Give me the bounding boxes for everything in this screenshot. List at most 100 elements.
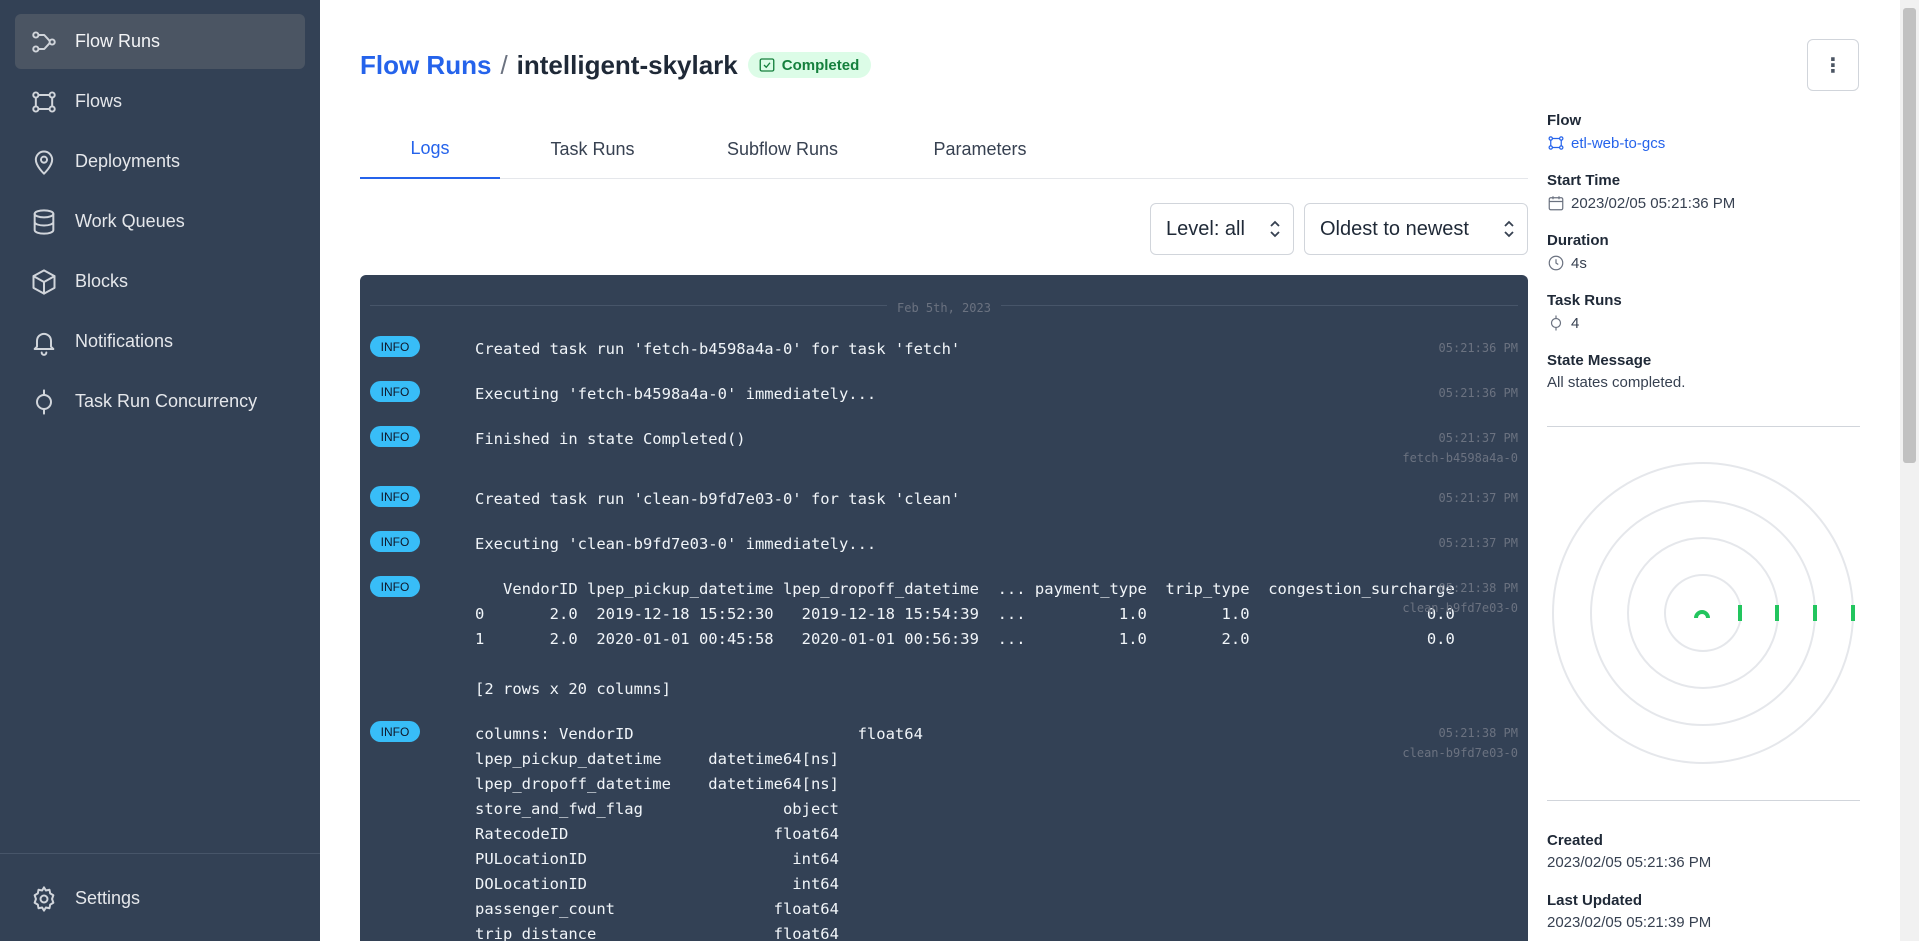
sidebar-item-deployments[interactable]: Deployments [15, 134, 305, 189]
detail-value-row: 4 [1547, 314, 1860, 332]
more-options-button[interactable]: ⋮ [1807, 39, 1859, 91]
sidebar-item-flows[interactable]: Flows [15, 74, 305, 129]
flows-icon [1548, 136, 1564, 150]
sidebar-item-label: Flows [75, 91, 123, 111]
log-timestamp: 05:21:38 PM clean-b9fd7e03-0 [1402, 581, 1518, 615]
sidebar-item-label: Deployments [75, 151, 181, 171]
log-level-badge: INFO [370, 336, 420, 357]
sidebar-item-settings[interactable]: Settings [15, 871, 305, 926]
log-timestamp: 05:21:36 PM [1438, 386, 1518, 400]
sidebar-item-label: Flow Runs [75, 31, 161, 51]
detail-flow: Flow etl-web-to-gcs [1547, 112, 1860, 152]
level-filter-value: Level: all [1166, 217, 1245, 240]
sidebar-divider [0, 853, 320, 854]
page-title: intelligent-skylark [516, 49, 738, 80]
sidebar-item-task-run-concurrency[interactable]: Task Run Concurrency [15, 374, 305, 429]
calendar-icon [1548, 196, 1564, 211]
page-scrollbar[interactable] [1900, 0, 1919, 941]
cube-icon [29, 267, 59, 297]
log-level-badge: INFO [370, 576, 420, 597]
sidebar-item-label: Work Queues [75, 211, 185, 231]
chevron-up-down-icon [1270, 220, 1280, 238]
detail-label: Created [1547, 832, 1603, 849]
task-run-icon [1550, 315, 1562, 331]
detail-last-updated: Last Updated 2023/02/05 05:21:39 PM [1547, 892, 1860, 931]
sort-order-select[interactable]: Oldest to newest [1304, 203, 1528, 255]
detail-start-time: Start Time 2023/02/05 05:21:36 PM [1547, 172, 1860, 212]
kebab-menu-icon: ⋮ [1823, 54, 1843, 77]
breadcrumb: Flow Runs / intelligent-skylark Complete… [360, 48, 872, 82]
gear-icon [29, 884, 59, 914]
log-message: Finished in state Completed() [475, 430, 746, 448]
sidebar-item-notifications[interactable]: Notifications [15, 314, 305, 369]
log-message: Created task run 'clean-b9fd7e03-0' for … [475, 490, 961, 508]
tab-bar: Logs Task Runs Subflow Runs Parameters [360, 120, 1528, 179]
status-badge: Completed [747, 52, 872, 78]
flow-link[interactable]: etl-web-to-gcs [1547, 134, 1860, 152]
sidebar-item-label: Notifications [75, 331, 174, 351]
sort-order-value: Oldest to newest [1320, 217, 1469, 240]
sidebar-item-label: Task Run Concurrency [75, 391, 258, 411]
tab-parameters[interactable]: Parameters [880, 120, 1080, 179]
log-level-badge: INFO [370, 381, 420, 402]
panel-divider [1547, 800, 1860, 801]
detail-value: 4 [1571, 314, 1580, 332]
map-pin-icon [29, 147, 59, 177]
log-level-badge: INFO [370, 486, 420, 507]
sidebar-item-work-queues[interactable]: Work Queues [15, 194, 305, 249]
sidebar: Flow Runs Flows Deployments Work Queues … [0, 0, 320, 941]
detail-label: Duration [1547, 232, 1609, 249]
log-level-badge: INFO [370, 531, 420, 552]
bell-icon [29, 327, 59, 357]
sidebar-item-label: Blocks [75, 271, 129, 291]
log-message: Executing 'fetch-b4598a4a-0' immediately… [475, 385, 877, 403]
log-timestamp: 05:21:38 PM clean-b9fd7e03-0 [1402, 726, 1518, 760]
clock-icon [1548, 255, 1564, 271]
detail-label: Flow [1547, 112, 1582, 129]
detail-value-row: 4s [1547, 254, 1860, 272]
log-timestamp: 05:21:37 PM fetch-b4598a4a-0 [1402, 431, 1518, 465]
status-badge-label: Completed [781, 56, 860, 74]
detail-value: 2023/02/05 05:21:36 PM [1547, 854, 1712, 871]
log-message: VendorID lpep_pickup_datetime lpep_dropo… [475, 580, 1455, 698]
level-filter-select[interactable]: Level: all [1150, 203, 1294, 255]
detail-label: Task Runs [1547, 292, 1622, 309]
detail-label: Start Time [1547, 172, 1621, 189]
log-viewer[interactable]: Feb 5th, 2023 INFO Created task run 'fet… [360, 275, 1528, 941]
log-level-badge: INFO [370, 426, 420, 447]
radar-visualization [1552, 462, 1855, 764]
flow-runs-icon [29, 27, 59, 57]
tab-logs[interactable]: Logs [360, 120, 500, 179]
check-calendar-icon [759, 58, 775, 72]
detail-value: etl-web-to-gcs [1571, 134, 1666, 152]
breadcrumb-separator: / [500, 49, 508, 80]
sidebar-item-flow-runs[interactable]: Flow Runs [15, 14, 305, 69]
date-divider-label: Feb 5th, 2023 [360, 297, 1528, 316]
log-message: columns: VendorID float64 lpep_pickup_da… [475, 725, 923, 941]
tab-subflow-runs[interactable]: Subflow Runs [685, 120, 880, 179]
sidebar-item-label: Settings [75, 888, 141, 908]
detail-task-runs: Task Runs 4 [1547, 292, 1860, 332]
detail-label: State Message [1547, 352, 1652, 369]
log-timestamp: 05:21:37 PM [1438, 536, 1518, 550]
detail-state-message: State Message All states completed. [1547, 352, 1860, 391]
detail-value: 2023/02/05 05:21:39 PM [1547, 914, 1712, 931]
scrollbar-thumb[interactable] [1903, 8, 1916, 463]
detail-value-row: 2023/02/05 05:21:36 PM [1547, 194, 1860, 212]
detail-duration: Duration 4s [1547, 232, 1860, 272]
detail-label: Last Updated [1547, 892, 1643, 909]
database-icon [29, 207, 59, 237]
detail-value: All states completed. [1547, 374, 1686, 391]
chevron-up-down-icon [1504, 220, 1514, 238]
log-level-badge: INFO [370, 721, 420, 742]
log-message: Created task run 'fetch-b4598a4a-0' for … [475, 340, 961, 358]
breadcrumb-flow-runs-link[interactable]: Flow Runs [360, 50, 491, 81]
sidebar-item-blocks[interactable]: Blocks [15, 254, 305, 309]
log-timestamp: 05:21:37 PM [1438, 491, 1518, 505]
tab-task-runs[interactable]: Task Runs [500, 120, 685, 179]
detail-value: 4s [1571, 254, 1587, 272]
log-message: Executing 'clean-b9fd7e03-0' immediately… [475, 535, 877, 553]
task-run-icon [29, 387, 59, 417]
log-timestamp: 05:21:36 PM [1438, 341, 1518, 355]
panel-divider [1547, 426, 1860, 427]
